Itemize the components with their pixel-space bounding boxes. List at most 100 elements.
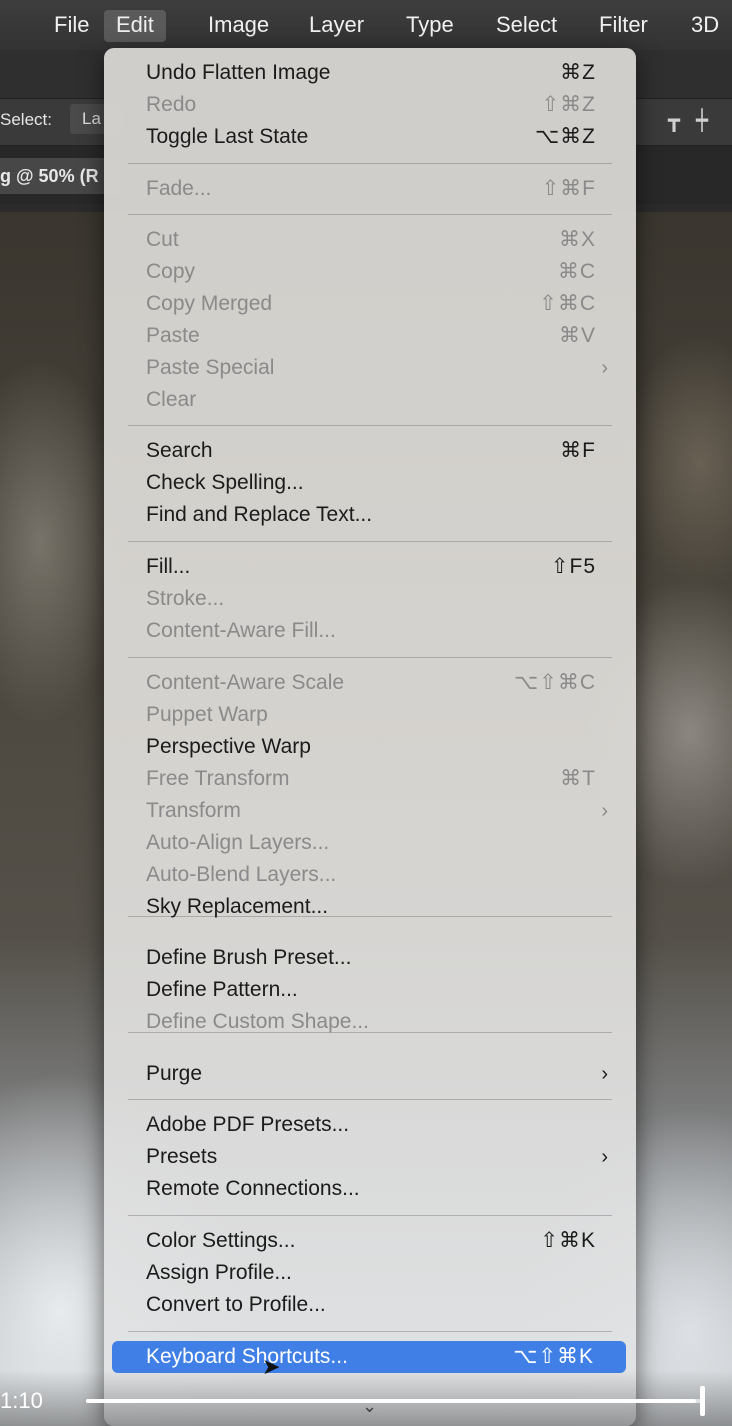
menu-item-label: Assign Profile...	[146, 1261, 292, 1284]
menu-item-shortcut: ⌘C	[557, 260, 596, 283]
menu-item-find-and-replace-text[interactable]: Find and Replace Text...	[104, 499, 636, 531]
menu-3d[interactable]: 3D	[679, 10, 731, 42]
menu-item-label: Define Brush Preset...	[146, 946, 352, 969]
menu-item-stroke[interactable]: Stroke...	[104, 583, 636, 615]
menu-item-label: Fill...	[146, 555, 191, 578]
menu-item-auto-align-layers[interactable]: Auto-Align Layers...	[104, 827, 636, 859]
menu-item-adobe-pdf-presets[interactable]: Adobe PDF Presets...	[104, 1109, 636, 1141]
menu-item-label: Purge	[146, 1062, 203, 1085]
menu-item-content-aware-fill[interactable]: Content-Aware Fill...	[104, 615, 636, 647]
menu-item-free-transform[interactable]: Free Transform ⌘T	[104, 763, 636, 795]
menu-item-undo-flatten-image[interactable]: Undo Flatten Image ⌘Z	[104, 57, 636, 89]
menu-item-shortcut: ⌘Z	[560, 61, 596, 84]
menu-item-shortcut: ⌥⌘Z	[534, 125, 596, 148]
scrubber-handle[interactable]	[700, 1386, 705, 1416]
menu-item-define-brush-preset[interactable]: Define Brush Preset...	[104, 942, 636, 974]
menu-item-label: Undo Flatten Image	[146, 61, 331, 84]
menu-item-sky-replacement[interactable]: Sky Replacement...	[104, 891, 636, 923]
menu-layer[interactable]: Layer	[297, 10, 376, 42]
menu-type[interactable]: Type	[394, 10, 466, 42]
menu-item-define-pattern[interactable]: Define Pattern...	[104, 974, 636, 1006]
menu-item-label: Paste	[146, 324, 200, 347]
menu-item-label: Free Transform	[146, 767, 290, 790]
menu-item-auto-blend-layers[interactable]: Auto-Blend Layers...	[104, 859, 636, 891]
menu-bar: File Edit Image Layer Type Select Filter…	[0, 0, 732, 50]
menu-item-label: Sky Replacement...	[146, 895, 329, 918]
menu-item-label: Check Spelling...	[146, 471, 304, 494]
progress-fill	[86, 1399, 696, 1403]
menu-item-search[interactable]: Search ⌘F	[104, 435, 636, 467]
menu-item-copy[interactable]: Copy ⌘C	[104, 256, 636, 288]
menu-item-fill[interactable]: Fill... ⇧F5	[104, 551, 636, 583]
menu-image[interactable]: Image	[196, 10, 281, 42]
menu-item-shortcut: ⌘V	[558, 324, 596, 347]
menu-item-label: Content-Aware Fill...	[146, 619, 336, 642]
menu-item-toggle-last-state[interactable]: Toggle Last State ⌥⌘Z	[104, 121, 636, 153]
menu-item-transform[interactable]: Transform ›	[104, 795, 636, 827]
menu-separator	[128, 214, 612, 215]
menu-separator	[128, 1215, 612, 1216]
menu-item-puppet-warp[interactable]: Puppet Warp	[104, 699, 636, 731]
menu-item-label: Auto-Blend Layers...	[146, 863, 337, 886]
menu-item-clear[interactable]: Clear	[104, 384, 636, 416]
menu-item-label: Convert to Profile...	[146, 1293, 326, 1316]
menu-select[interactable]: Select	[484, 10, 569, 42]
menu-item-label: Auto-Align Layers...	[146, 831, 330, 854]
menu-item-label: Cut	[146, 228, 179, 251]
chevron-right-icon: ›	[601, 1063, 608, 1085]
menu-item-color-settings[interactable]: Color Settings... ⇧⌘K	[104, 1225, 636, 1257]
menu-item-label: Perspective Warp	[146, 735, 311, 758]
menu-item-shortcut: ⇧F5	[550, 555, 596, 578]
menu-item-label: Define Pattern...	[146, 978, 298, 1001]
video-player-bar	[0, 1370, 732, 1426]
menu-item-label: Clear	[146, 388, 197, 411]
menu-item-purge[interactable]: Purge ›	[104, 1058, 636, 1090]
menu-separator	[128, 425, 612, 426]
menu-item-label: Presets	[146, 1145, 218, 1168]
playback-time: 1:10	[0, 1388, 43, 1413]
menu-item-copy-merged[interactable]: Copy Merged ⇧⌘C	[104, 288, 636, 320]
menu-item-perspective-warp[interactable]: Perspective Warp	[104, 731, 636, 763]
menu-item-label: Copy	[146, 260, 196, 283]
menu-item-label: Content-Aware Scale	[146, 671, 345, 694]
menu-separator	[128, 1331, 612, 1332]
menu-item-cut[interactable]: Cut ⌘X	[104, 224, 636, 256]
menu-item-keyboard-shortcuts[interactable]: Keyboard Shortcuts... ⌥⇧⌘K	[112, 1341, 626, 1373]
menu-item-redo[interactable]: Redo ⇧⌘Z	[104, 89, 636, 121]
menu-item-label: Toggle Last State	[146, 125, 309, 148]
menu-item-assign-profile[interactable]: Assign Profile...	[104, 1257, 636, 1289]
menu-item-shortcut: ⇧⌘C	[539, 292, 596, 315]
menu-item-shortcut: ⇧⌘Z	[541, 93, 596, 116]
menu-item-shortcut: ⌘X	[558, 228, 596, 251]
menu-item-label: Transform	[146, 799, 241, 822]
menu-item-paste[interactable]: Paste ⌘V	[104, 320, 636, 352]
menu-item-label: Adobe PDF Presets...	[146, 1113, 350, 1136]
menu-separator	[128, 1099, 612, 1100]
menu-item-label: Keyboard Shortcuts...	[146, 1345, 348, 1368]
menu-item-label: Color Settings...	[146, 1229, 296, 1252]
menu-item-define-custom-shape[interactable]: Define Custom Shape...	[104, 1006, 636, 1038]
document-tab[interactable]: g @ 50% (R	[0, 158, 120, 194]
menu-item-content-aware-scale[interactable]: Content-Aware Scale ⌥⇧⌘C	[104, 667, 636, 699]
menu-item-label: Find and Replace Text...	[146, 503, 373, 526]
menu-filter[interactable]: Filter	[587, 10, 660, 42]
menu-item-paste-special[interactable]: Paste Special ›	[104, 352, 636, 384]
progress-track[interactable]	[86, 1399, 702, 1403]
menu-item-label: Define Custom Shape...	[146, 1010, 369, 1033]
menu-item-check-spelling[interactable]: Check Spelling...	[104, 467, 636, 499]
menu-item-convert-to-profile[interactable]: Convert to Profile...	[104, 1289, 636, 1321]
chevron-right-icon: ›	[601, 800, 608, 822]
select-label: Select:	[0, 110, 52, 129]
edit-menu: Undo Flatten Image ⌘Z Redo ⇧⌘Z Toggle Last S…	[104, 48, 636, 1426]
menu-separator	[128, 541, 612, 542]
menu-item-fade[interactable]: Fade... ⇧⌘F	[104, 173, 636, 205]
menu-file[interactable]: File	[42, 10, 101, 42]
menu-item-label: Redo	[146, 93, 197, 116]
menu-item-label: Paste Special	[146, 356, 275, 379]
align-icons[interactable]: ┳┿	[668, 108, 724, 133]
menu-edit[interactable]: Edit	[104, 10, 166, 42]
menu-item-remote-connections[interactable]: Remote Connections...	[104, 1173, 636, 1205]
menu-item-shortcut: ⌘T	[560, 767, 596, 790]
menu-item-presets[interactable]: Presets ›	[104, 1141, 636, 1173]
menu-item-label: Search	[146, 439, 213, 462]
